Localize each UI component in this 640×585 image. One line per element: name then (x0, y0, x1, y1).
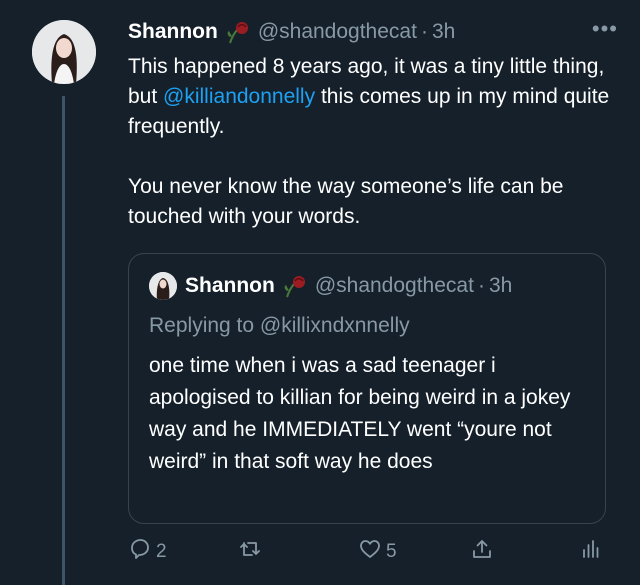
analytics-button[interactable] (578, 537, 608, 567)
separator-dot: · (477, 274, 485, 297)
reply-count: 2 (156, 541, 167, 562)
mention-link[interactable]: @killiandonnelly (163, 85, 315, 108)
reply-icon (128, 537, 152, 567)
tweet-text: This happened 8 years ago, it was a tiny… (128, 52, 618, 232)
quoted-tweet[interactable]: Shannon @shandogthecat · 3h Replying to … (128, 253, 606, 524)
replying-to: Replying to @killixndxnnelly (149, 312, 585, 340)
tweet-time[interactable]: 3h (432, 18, 455, 46)
replying-label: Replying to (149, 314, 260, 337)
quote-author-handle[interactable]: @shandogthecat (315, 272, 474, 300)
quote-author-name[interactable]: Shannon (185, 272, 275, 300)
quote-header: Shannon @shandogthecat · 3h (149, 272, 585, 300)
reply-button[interactable]: 2 (128, 537, 238, 567)
rose-emoji-icon (224, 19, 252, 45)
share-icon (470, 537, 494, 567)
replying-handle[interactable]: @killixndxnnelly (260, 314, 410, 337)
author-avatar[interactable] (32, 20, 96, 84)
thread-line (62, 96, 65, 585)
quote-avatar[interactable] (149, 272, 177, 300)
author-name[interactable]: Shannon (128, 18, 218, 46)
tweet-text-paragraph-2: You never know the way someone’s life ca… (128, 175, 564, 228)
tweet[interactable]: Shannon @shandogthecat · 3h ••• This hap… (128, 16, 618, 232)
action-bar: 2 5 (128, 534, 608, 570)
retweet-button[interactable] (238, 537, 358, 567)
separator-dot: · (420, 20, 428, 43)
analytics-icon (578, 537, 602, 567)
tweet-header: Shannon @shandogthecat · 3h (128, 18, 618, 46)
author-handle[interactable]: @shandogthecat (258, 18, 417, 46)
like-button[interactable]: 5 (358, 537, 470, 567)
quote-text: one time when i was a sad teenager i apo… (149, 354, 571, 473)
retweet-icon (238, 537, 262, 567)
like-count: 5 (386, 541, 397, 562)
quote-time[interactable]: 3h (489, 272, 512, 300)
rose-emoji-icon (281, 273, 309, 299)
like-icon (358, 537, 382, 567)
more-options-icon[interactable]: ••• (592, 16, 618, 42)
share-button[interactable] (470, 537, 578, 567)
